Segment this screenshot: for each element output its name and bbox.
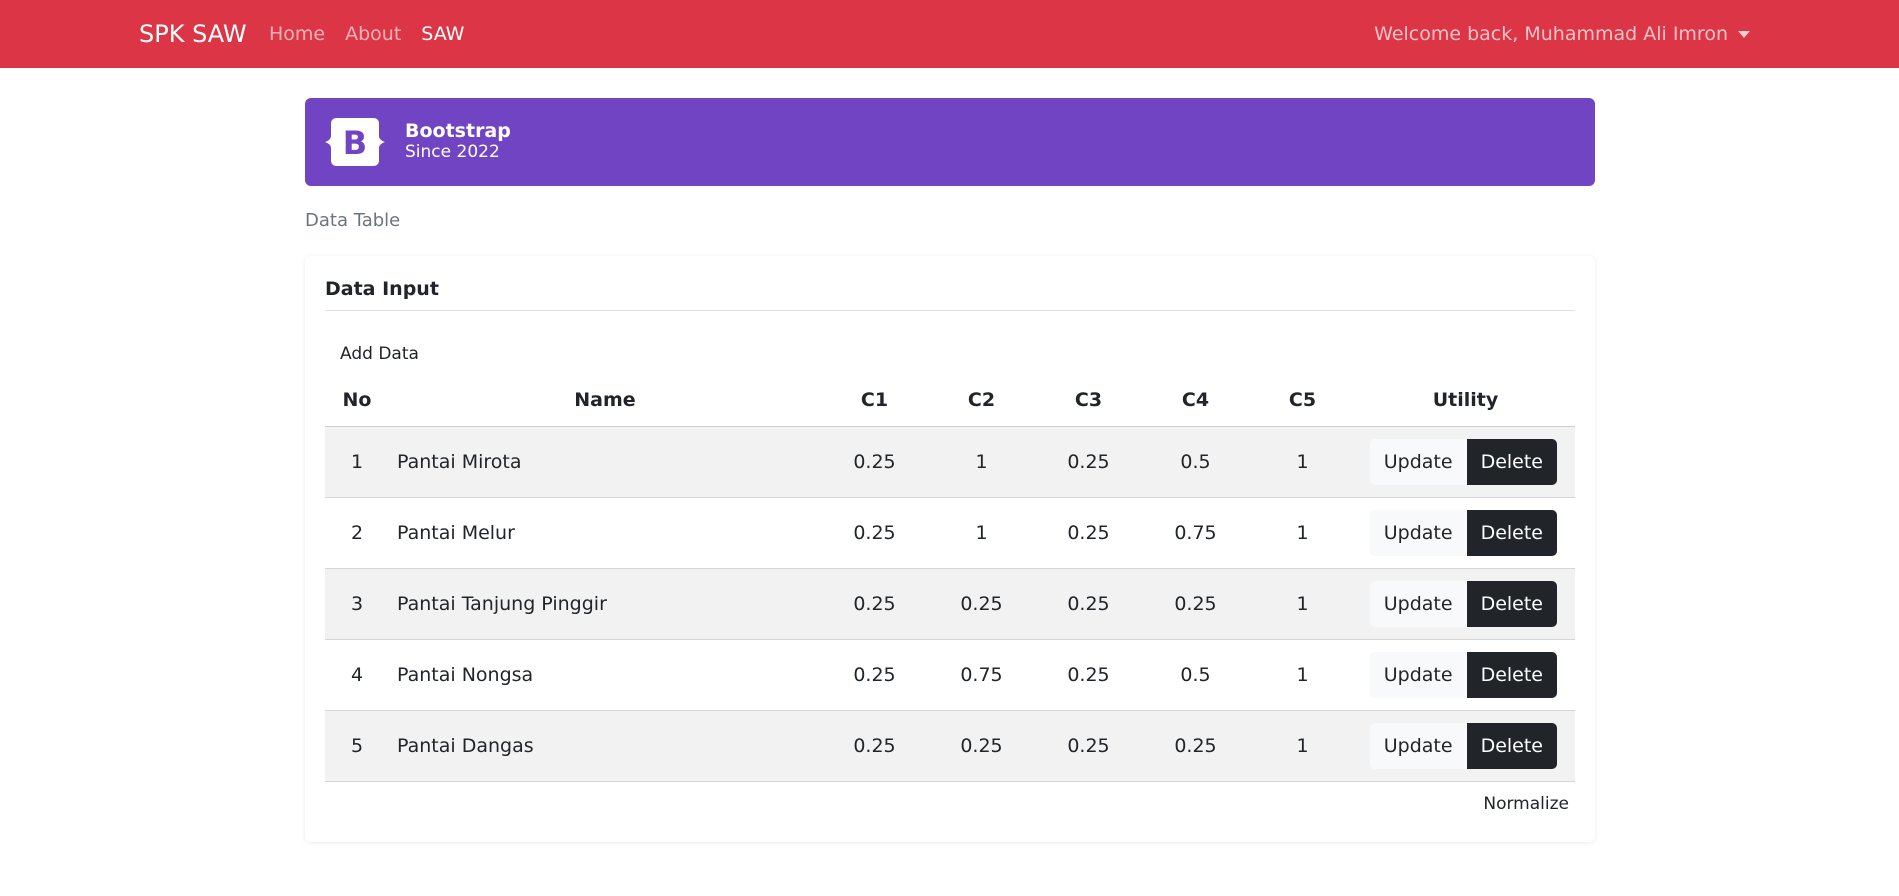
table-row: 1 Pantai Mirota 0.25 1 0.25 0.5 1 Update… <box>325 426 1575 498</box>
banner-title: Bootstrap <box>405 120 511 142</box>
header-c1: C1 <box>821 374 928 427</box>
cell-c3: 0.25 <box>1035 426 1142 498</box>
update-button[interactable]: Update <box>1369 652 1467 698</box>
cell-c5: 1 <box>1249 568 1356 640</box>
cell-c3: 0.25 <box>1035 710 1142 782</box>
cell-c5: 1 <box>1249 710 1356 782</box>
delete-button[interactable]: Delete <box>1466 510 1557 556</box>
update-button[interactable]: Update <box>1369 581 1467 627</box>
cell-c3: 0.25 <box>1035 568 1142 640</box>
table-row: 2 Pantai Melur 0.25 1 0.25 0.75 1 Update… <box>325 497 1575 569</box>
cell-no: 3 <box>325 568 389 640</box>
table-row: 5 Pantai Dangas 0.25 0.25 0.25 0.25 1 Up… <box>325 710 1575 782</box>
delete-button[interactable]: Delete <box>1466 652 1557 698</box>
header-c2: C2 <box>928 374 1035 427</box>
cell-c4: 0.25 <box>1142 710 1249 782</box>
cell-c3: 0.25 <box>1035 639 1142 711</box>
header-name: Name <box>389 374 821 427</box>
card-title: Data Input <box>325 278 439 300</box>
banner-text: Bootstrap Since 2022 <box>405 120 511 162</box>
update-button[interactable]: Update <box>1369 723 1467 769</box>
header-no: No <box>325 374 389 427</box>
logo-letter: B <box>343 124 367 162</box>
cell-utility: Update Delete <box>1356 426 1575 498</box>
cell-c2: 0.25 <box>928 710 1035 782</box>
cell-name: Pantai Nongsa <box>389 639 821 711</box>
nav-link-about[interactable]: About <box>345 22 401 46</box>
cell-no: 5 <box>325 710 389 782</box>
cell-c1: 0.25 <box>821 426 928 498</box>
cell-utility: Update Delete <box>1356 710 1575 782</box>
cell-name: Pantai Dangas <box>389 710 821 782</box>
cell-c2: 1 <box>928 497 1035 569</box>
cell-name: Pantai Mirota <box>389 426 821 498</box>
delete-button[interactable]: Delete <box>1466 439 1557 485</box>
cell-c2: 0.25 <box>928 568 1035 640</box>
nav-link-saw[interactable]: SAW <box>421 22 464 46</box>
cell-no: 2 <box>325 497 389 569</box>
header-utility: Utility <box>1356 374 1575 427</box>
delete-button[interactable]: Delete <box>1466 723 1557 769</box>
cell-name: Pantai Melur <box>389 497 821 569</box>
nav-link-home[interactable]: Home <box>269 22 325 46</box>
top-navbar: SPK SAW Home About SAW Welcome back, Muh… <box>0 0 1899 68</box>
banner-subtitle: Since 2022 <box>405 142 500 162</box>
user-welcome-text: Welcome back, Muhammad Ali Imron <box>1374 23 1728 45</box>
update-button[interactable]: Update <box>1369 439 1467 485</box>
cell-c1: 0.25 <box>821 568 928 640</box>
cell-c2: 1 <box>928 426 1035 498</box>
table-row: 4 Pantai Nongsa 0.25 0.75 0.25 0.5 1 Upd… <box>325 639 1575 711</box>
data-input-card: Data Input Add Data No Name C1 C2 C3 C4 … <box>305 256 1595 842</box>
header-c3: C3 <box>1035 374 1142 427</box>
cell-c4: 0.75 <box>1142 497 1249 569</box>
table-header-row: No Name C1 C2 C3 C4 C5 Utility <box>325 374 1575 427</box>
bootstrap-logo-icon: B <box>325 118 385 166</box>
cell-c4: 0.5 <box>1142 426 1249 498</box>
cell-c5: 1 <box>1249 497 1356 569</box>
table-row: 3 Pantai Tanjung Pinggir 0.25 0.25 0.25 … <box>325 568 1575 640</box>
cell-c4: 0.25 <box>1142 568 1249 640</box>
cell-c1: 0.25 <box>821 497 928 569</box>
cell-name: Pantai Tanjung Pinggir <box>389 568 821 640</box>
user-dropdown[interactable]: Welcome back, Muhammad Ali Imron <box>1374 22 1750 46</box>
cell-utility: Update Delete <box>1356 568 1575 640</box>
data-table: No Name C1 C2 C3 C4 C5 Utility 1 Pantai … <box>325 374 1575 782</box>
cell-c4: 0.5 <box>1142 639 1249 711</box>
cell-c5: 1 <box>1249 639 1356 711</box>
caret-down-icon <box>1738 30 1750 38</box>
cell-c3: 0.25 <box>1035 497 1142 569</box>
card-divider <box>325 310 1575 311</box>
delete-button[interactable]: Delete <box>1466 581 1557 627</box>
add-data-button[interactable]: Add Data <box>332 340 427 368</box>
cell-utility: Update Delete <box>1356 497 1575 569</box>
brand-banner: B Bootstrap Since 2022 <box>305 98 1595 186</box>
cell-no: 1 <box>325 426 389 498</box>
update-button[interactable]: Update <box>1369 510 1467 556</box>
cell-c2: 0.75 <box>928 639 1035 711</box>
cell-no: 4 <box>325 639 389 711</box>
section-label: Data Table <box>305 210 401 231</box>
normalize-button[interactable]: Normalize <box>1483 794 1569 814</box>
nav-links: Home About SAW <box>269 22 464 46</box>
cell-utility: Update Delete <box>1356 639 1575 711</box>
cell-c1: 0.25 <box>821 639 928 711</box>
navbar-brand[interactable]: SPK SAW <box>139 20 247 48</box>
header-c5: C5 <box>1249 374 1356 427</box>
header-c4: C4 <box>1142 374 1249 427</box>
cell-c1: 0.25 <box>821 710 928 782</box>
cell-c5: 1 <box>1249 426 1356 498</box>
